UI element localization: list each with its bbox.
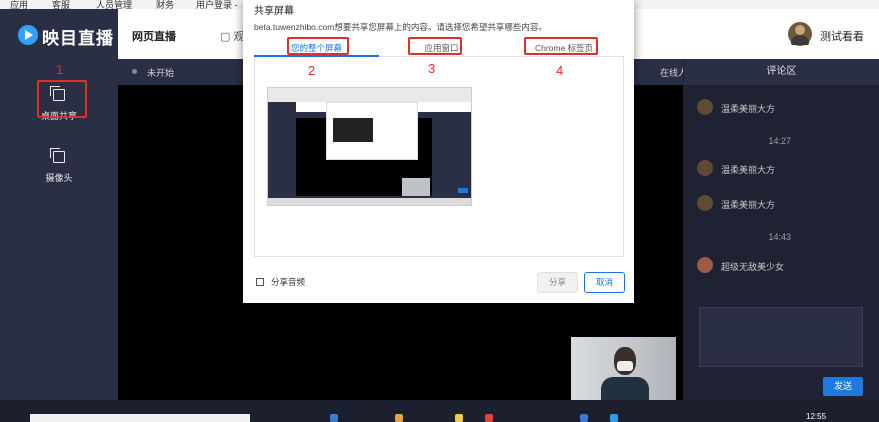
taskbar-app-icon[interactable]: [395, 414, 403, 422]
thumb-taskbar: [268, 198, 471, 205]
thumb-camera: [402, 178, 430, 196]
bookmark-kefu[interactable]: 客服: [52, 0, 70, 9]
avatar: [697, 99, 713, 115]
chat-user-name: 温柔美丽大方: [721, 165, 776, 175]
share-audio-label[interactable]: 分享音频: [271, 276, 305, 288]
logo[interactable]: 映目直播: [0, 9, 118, 59]
bookmark-apps[interactable]: 应用: [10, 0, 28, 9]
send-button[interactable]: 发送: [823, 377, 863, 396]
taskbar-app-icon[interactable]: [485, 414, 493, 422]
avatar: [697, 257, 713, 273]
screen-thumbnail[interactable]: [267, 87, 472, 206]
dialog-title: 共享屏幕: [254, 6, 294, 17]
status-dot: [132, 69, 137, 74]
thumb-inner-screen: [333, 118, 373, 142]
chat-title: 评论区: [683, 59, 879, 85]
taskbar-app-icon[interactable]: [580, 414, 588, 422]
camera-person-body: [601, 377, 649, 400]
play-logo-icon: [18, 25, 38, 45]
bookmark-login[interactable]: 用户登录 -: [196, 0, 238, 9]
taskbar-app-icon[interactable]: [455, 414, 463, 422]
chat-user-name: 温柔美丽大方: [721, 200, 776, 210]
avatar: [697, 160, 713, 176]
live-status: 未开始: [147, 68, 175, 78]
avatar[interactable]: [788, 22, 812, 46]
user-name[interactable]: 测试看看: [820, 28, 864, 44]
chat-input[interactable]: [699, 307, 863, 367]
taskbar-app-icon[interactable]: [610, 414, 618, 422]
app-root: 应用 客服 人员管理 财务 用户登录 - 映目直播 网页直播 ▢ 观看 测试看看…: [0, 0, 879, 422]
nav-web-live[interactable]: 网页直播: [132, 28, 176, 44]
share-screen-dialog: 共享屏幕 beta.tuwenzhibo.com想要共享您屏幕上的内容。请选择您…: [243, 0, 634, 303]
thumb-logo: [268, 102, 296, 112]
bookmark-finance[interactable]: 财务: [156, 0, 174, 9]
thumb-send: [458, 188, 468, 193]
annotation-box-4: [524, 37, 598, 55]
thumb-browser-bar: [268, 88, 471, 102]
chat-list[interactable]: 温柔美丽大方 14:27 温柔美丽大方 温柔美丽大方 14:43 超级无敌美少女: [683, 85, 879, 295]
dialog-subtitle: beta.tuwenzhibo.com想要共享您屏幕上的内容。请选择您希望共享哪…: [254, 22, 547, 32]
bookmark-staff[interactable]: 人员管理: [96, 0, 132, 9]
sidebar-item-label: 摄像头: [45, 173, 73, 183]
screen-preview-area: [254, 57, 624, 257]
annotation-box-2: [287, 37, 349, 55]
taskbar-clock: 12:55: [806, 412, 827, 421]
camera-person-mask: [617, 361, 633, 371]
logo-text: 映目直播: [42, 29, 114, 48]
chat-user-name: 超级无敌美少女: [721, 262, 785, 272]
copy-icon: [50, 148, 65, 163]
avatar: [697, 195, 713, 211]
taskbar-app-icon[interactable]: [330, 414, 338, 422]
chat-user-name: 温柔美丽大方: [721, 104, 776, 114]
taskbar-search[interactable]: [30, 414, 250, 422]
chat-timestamp: 14:43: [768, 232, 791, 242]
camera-preview[interactable]: [571, 337, 676, 400]
share-audio-checkbox[interactable]: [256, 278, 264, 286]
annotation-number-1: 1: [56, 62, 64, 77]
annotation-box-1: [37, 80, 87, 118]
os-taskbar: 12:55: [0, 400, 879, 422]
sidebar-item-camera[interactable]: 摄像头: [0, 148, 118, 184]
cancel-button[interactable]: 取消: [584, 272, 625, 293]
annotation-box-3: [408, 37, 462, 55]
share-button[interactable]: 分享: [537, 272, 578, 293]
chat-timestamp: 14:27: [768, 136, 791, 146]
